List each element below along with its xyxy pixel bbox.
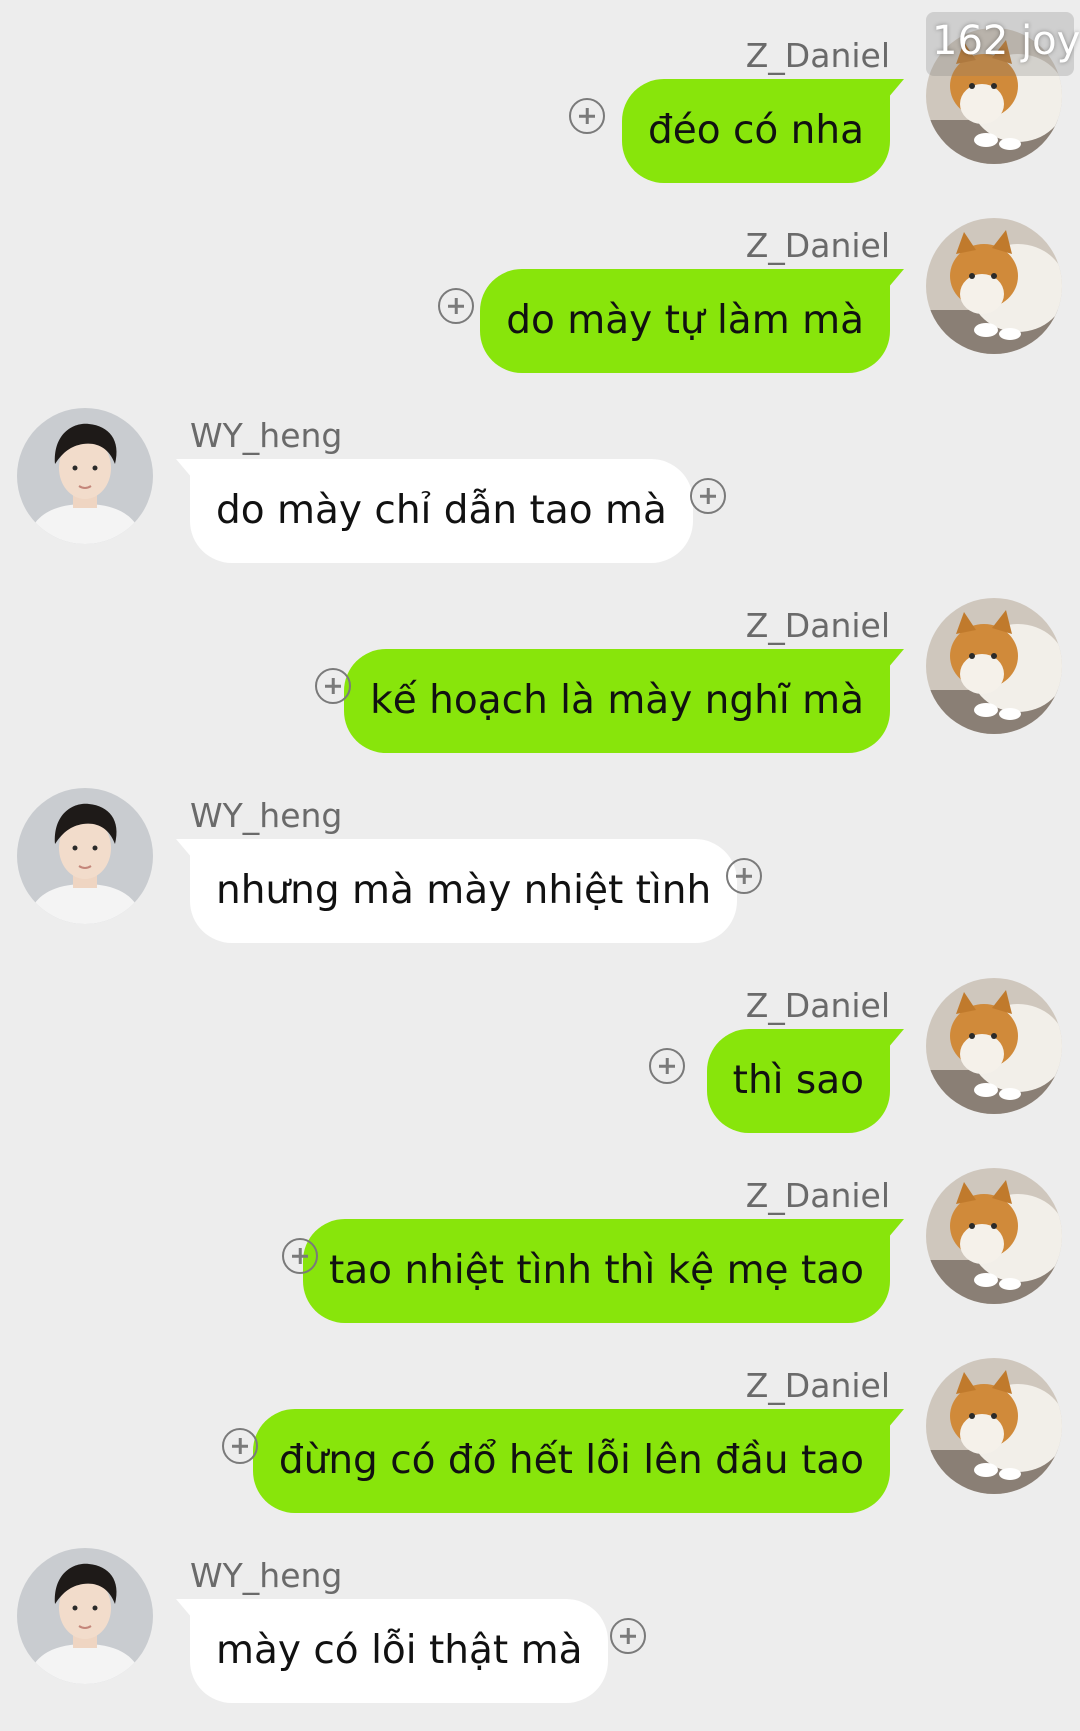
sender-name: WY_heng: [190, 416, 343, 455]
add-reaction-icon[interactable]: [569, 98, 605, 134]
sender-name: Z_Daniel: [745, 36, 890, 75]
message-bubble[interactable]: do mày chỉ dẫn tao mà: [176, 459, 693, 563]
message-row: WY_heng nhưng mà mày nhiệt tình: [0, 760, 1080, 950]
add-reaction-icon[interactable]: [610, 1618, 646, 1654]
message-bubble[interactable]: nhưng mà mày nhiệt tình: [176, 839, 738, 943]
cat-avatar[interactable]: [926, 218, 1062, 354]
sender-name: Z_Daniel: [745, 1366, 890, 1405]
message-row: WY_heng mày có lỗi thật mà: [0, 1520, 1080, 1710]
message-row: Z_Daniel thì sao: [0, 950, 1080, 1140]
add-reaction-icon[interactable]: [649, 1048, 685, 1084]
sender-name: Z_Daniel: [745, 606, 890, 645]
message-bubble[interactable]: đừng có đổ hết lỗi lên đầu tao: [252, 1409, 904, 1513]
boy-avatar[interactable]: [17, 408, 153, 544]
add-reaction-icon[interactable]: [690, 478, 726, 514]
message-text: kế hoạch là mày nghĩ mà: [370, 678, 864, 723]
watermark-text: 162 joy: [932, 18, 1080, 64]
add-reaction-icon[interactable]: [315, 668, 351, 704]
message-text: đéo có nha: [647, 108, 864, 153]
cat-avatar[interactable]: [926, 978, 1062, 1114]
message-bubble[interactable]: đéo có nha: [621, 79, 904, 183]
sender-name: Z_Daniel: [745, 226, 890, 265]
add-reaction-icon[interactable]: [222, 1428, 258, 1464]
message-row: Z_Daniel kế hoạch là mày nghĩ mà: [0, 570, 1080, 760]
message-bubble[interactable]: kế hoạch là mày nghĩ mà: [344, 649, 904, 753]
sender-name: Z_Daniel: [745, 986, 890, 1025]
message-text: mày có lỗi thật mà: [216, 1628, 583, 1673]
message-text: tao nhiệt tình thì kệ mẹ tao: [328, 1248, 864, 1293]
message-text: thì sao: [732, 1058, 864, 1103]
message-text: nhưng mà mày nhiệt tình: [216, 868, 712, 913]
message-row: Z_Daniel tao nhiệt tình thì kệ mẹ tao: [0, 1140, 1080, 1330]
message-text: do mày chỉ dẫn tao mà: [216, 488, 667, 533]
message-bubble[interactable]: thì sao: [706, 1029, 904, 1133]
cat-avatar[interactable]: [926, 1168, 1062, 1304]
sender-name: WY_heng: [190, 1556, 343, 1595]
cat-avatar[interactable]: [926, 598, 1062, 734]
message-row: Z_Daniel đừng có đổ hết lỗi lên đầu tao: [0, 1330, 1080, 1520]
cat-avatar[interactable]: [926, 1358, 1062, 1494]
message-bubble[interactable]: mày có lỗi thật mà: [176, 1599, 609, 1703]
message-bubble[interactable]: tao nhiệt tình thì kệ mẹ tao: [302, 1219, 904, 1323]
message-text: đừng có đổ hết lỗi lên đầu tao: [278, 1438, 864, 1483]
boy-avatar[interactable]: [17, 1548, 153, 1684]
add-reaction-icon[interactable]: [438, 288, 474, 324]
add-reaction-icon[interactable]: [282, 1238, 318, 1274]
add-reaction-icon[interactable]: [726, 858, 762, 894]
message-row: Z_Daniel do mày tự làm mà: [0, 190, 1080, 380]
message-bubble[interactable]: do mày tự làm mà: [480, 269, 904, 373]
sender-name: WY_heng: [190, 796, 343, 835]
message-row: WY_heng do mày chỉ dẫn tao mà: [0, 380, 1080, 570]
message-row: Z_Daniel đéo có nha: [0, 0, 1080, 190]
sender-name: Z_Daniel: [745, 1176, 890, 1215]
chat-window[interactable]: Z_Daniel đéo có nha Z_Daniel do mày tự l…: [0, 0, 1080, 1731]
boy-avatar[interactable]: [17, 788, 153, 924]
message-text: do mày tự làm mà: [506, 298, 864, 343]
